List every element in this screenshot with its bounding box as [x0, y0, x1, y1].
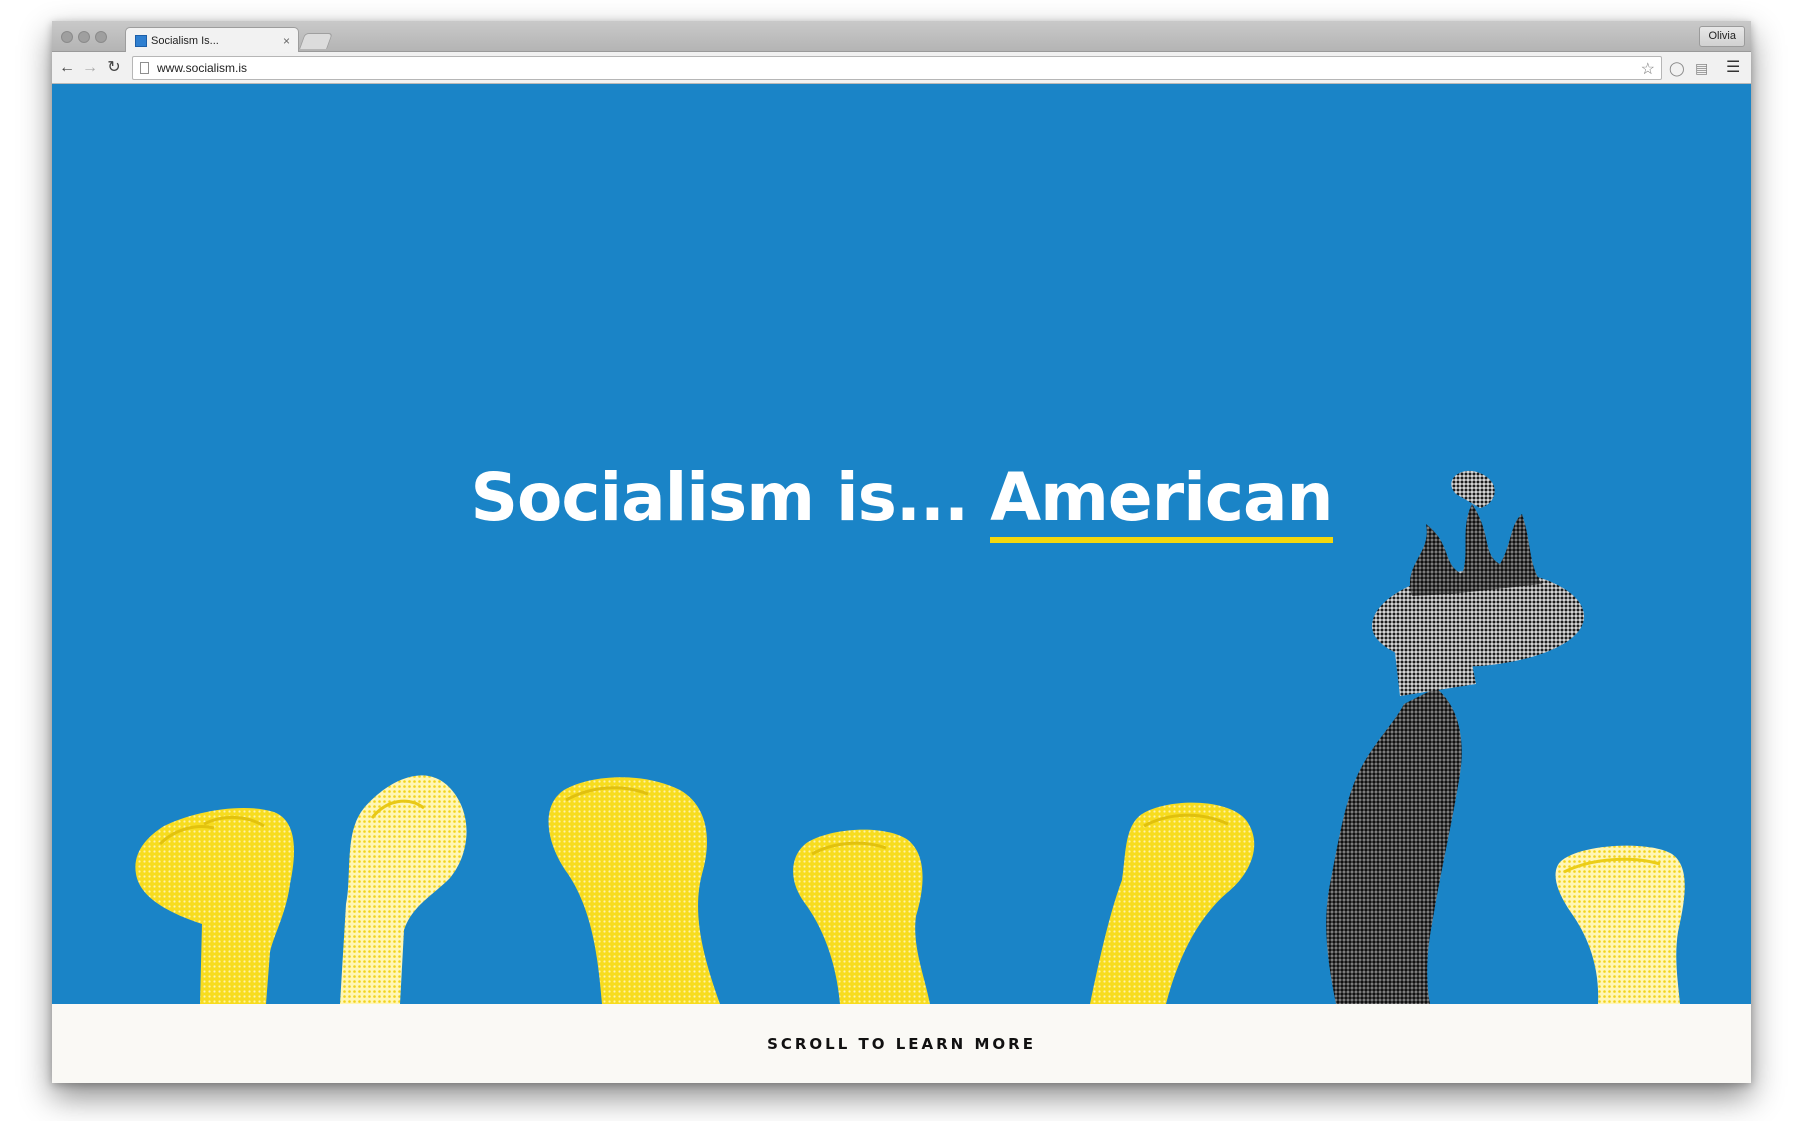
extension-icon-2[interactable]: ▤	[1695, 60, 1708, 76]
zoom-window-button[interactable]	[95, 31, 107, 43]
close-window-button[interactable]	[61, 31, 73, 43]
raised-fist-2	[340, 775, 467, 1004]
hero-section: Socialism is... American	[52, 84, 1751, 1004]
minimize-window-button[interactable]	[78, 31, 90, 43]
headline-accent[interactable]: American	[990, 459, 1334, 543]
raised-fist-6	[1555, 845, 1685, 1004]
browser-window: Socialism Is... × Olivia ← → ↻ www.socia…	[52, 21, 1751, 1083]
bookmark-star-icon[interactable]: ☆	[1641, 59, 1655, 79]
tab-active[interactable]: Socialism Is... ×	[125, 27, 299, 53]
raised-fist-3	[548, 777, 720, 1004]
profile-button[interactable]: Olivia	[1699, 26, 1745, 47]
browser-toolbar: ← → ↻ www.socialism.is ☆ ◯ ▤ ☰	[52, 52, 1751, 84]
page-icon	[140, 62, 149, 74]
liberty-torch-arm	[1326, 470, 1585, 1004]
extension-icon[interactable]: ◯	[1669, 60, 1685, 76]
raised-fist-1	[135, 807, 295, 1004]
forward-arrow-icon[interactable]: →	[81, 59, 99, 77]
reload-icon[interactable]: ↻	[105, 59, 123, 77]
close-tab-icon[interactable]: ×	[283, 35, 290, 47]
tab-title: Socialism Is...	[151, 34, 219, 47]
favicon-icon	[135, 34, 147, 47]
hamburger-menu-icon[interactable]: ☰	[1726, 59, 1740, 77]
url-text: www.socialism.is	[157, 61, 248, 75]
new-tab-button[interactable]	[299, 33, 333, 49]
hero-illustration	[135, 470, 1685, 1004]
headline-prefix: Socialism is...	[470, 459, 970, 536]
scroll-cta[interactable]: SCROLL TO LEARN MORE	[767, 1035, 1036, 1053]
raised-fist-4	[793, 829, 930, 1004]
tab-strip: Socialism Is... × Olivia	[52, 21, 1751, 53]
raised-fist-5	[1090, 802, 1255, 1004]
back-arrow-icon[interactable]: ←	[58, 59, 76, 77]
scroll-footer: SCROLL TO LEARN MORE	[52, 1004, 1751, 1083]
headline: Socialism is... American	[52, 459, 1751, 543]
address-bar[interactable]: www.socialism.is ☆	[132, 56, 1662, 80]
